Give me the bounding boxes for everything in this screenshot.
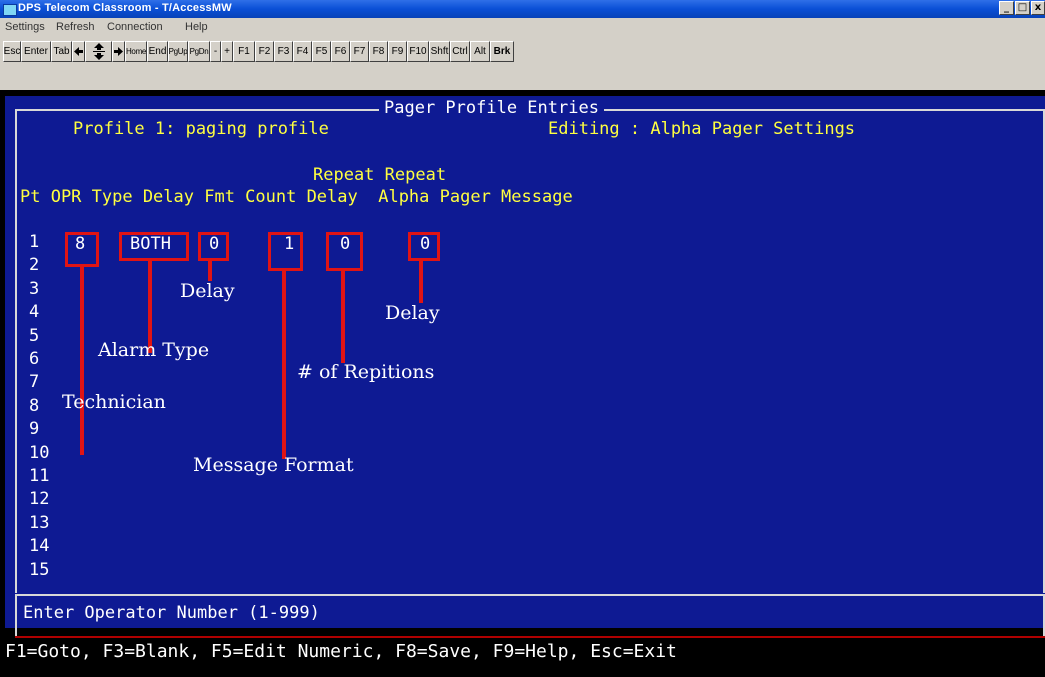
menu-help[interactable]: Help	[185, 21, 208, 33]
key-f1[interactable]: F1	[233, 41, 255, 62]
delay-annotation: Delay	[180, 280, 235, 302]
key-brk[interactable]: Brk	[490, 41, 514, 62]
row-number: 7	[29, 372, 40, 393]
key-plus[interactable]: +	[221, 41, 233, 62]
row-number: 13	[29, 512, 50, 533]
key-f6[interactable]: F6	[331, 41, 350, 62]
row-number: 10	[29, 442, 50, 463]
key-f2[interactable]: F2	[255, 41, 274, 62]
key-esc[interactable]: Esc	[3, 41, 21, 62]
status-separator	[15, 594, 1045, 596]
technician-leader	[80, 267, 84, 455]
row-number: 11	[29, 466, 50, 486]
message-format-leader	[282, 271, 286, 459]
row-number: 8	[29, 395, 40, 416]
menu-refresh[interactable]: Refresh	[56, 21, 95, 33]
menu-settings[interactable]: Settings	[5, 21, 45, 33]
count-highlight-box	[326, 232, 363, 271]
repetitions-annotation: # of Repitions	[297, 361, 435, 383]
key-f10[interactable]: F10	[407, 41, 429, 62]
updown-arrow-icon	[92, 43, 105, 60]
column-headers: Pt OPR Type Delay Fmt Count Delay Alpha …	[20, 187, 573, 207]
alarm-type-annotation: Alarm Type	[98, 339, 210, 361]
key-f5[interactable]: F5	[312, 41, 331, 62]
updown-arrow-key[interactable]	[85, 41, 112, 62]
right-arrow-icon	[114, 47, 123, 56]
frame-bottom-line	[15, 636, 1045, 638]
right-arrow-key[interactable]	[112, 41, 125, 62]
app-icon	[3, 4, 17, 16]
repetitions-leader	[341, 271, 345, 363]
close-button[interactable]: x	[1031, 1, 1045, 15]
delay-leader	[208, 261, 212, 281]
key-f9[interactable]: F9	[388, 41, 407, 62]
frame-title: Pager Profile Entries	[379, 99, 604, 117]
row-number: 14	[29, 536, 50, 557]
type-highlight-box	[119, 232, 189, 261]
profile-label: Profile 1: paging profile	[73, 119, 329, 139]
row-number: 9	[29, 419, 40, 440]
minimize-button[interactable]: _	[999, 1, 1014, 15]
row-number: 1	[29, 232, 40, 252]
key-minus[interactable]: -	[210, 41, 221, 62]
row-number: 4	[29, 302, 40, 323]
header-repeat: Repeat Repeat	[313, 165, 447, 185]
key-toolbar: Esc Enter Tab Home End PgUp PgDn - + F1 F2 F3 F4 F5 F6…	[0, 37, 1045, 90]
repeat-delay-leader	[419, 261, 423, 303]
key-alt[interactable]: Alt	[470, 41, 490, 62]
repeat-delay-highlight-box	[408, 232, 440, 261]
key-f7[interactable]: F7	[350, 41, 369, 62]
fmt-highlight-box	[268, 232, 303, 271]
key-f3[interactable]: F3	[274, 41, 293, 62]
row-number: 6	[29, 349, 40, 369]
key-f4[interactable]: F4	[293, 41, 312, 62]
title-bar: DPS Telecom Classroom - T/AccessMW _ □ x	[0, 0, 1045, 18]
menu-connection[interactable]: Connection	[107, 21, 163, 33]
row-number: 3	[29, 278, 40, 299]
key-home[interactable]: Home	[125, 41, 147, 62]
left-arrow-key[interactable]	[72, 41, 85, 62]
key-shft[interactable]: Shft	[429, 41, 450, 62]
repeat-delay-annotation: Delay	[385, 302, 440, 324]
terminal-screen: Pager Profile Entries Profile 1: paging …	[5, 96, 1045, 638]
technician-annotation: Technician	[62, 391, 166, 413]
key-end[interactable]: End	[147, 41, 168, 62]
row-number: 12	[29, 489, 50, 510]
key-button-row: Esc Enter Tab Home End PgUp PgDn - + F1 F2 F3 F4 F5 F6…	[3, 41, 514, 62]
key-ctrl[interactable]: Ctrl	[450, 41, 470, 62]
row-number: 2	[29, 255, 40, 276]
key-tab[interactable]: Tab	[51, 41, 72, 62]
function-key-legend: F1=Goto, F3=Blank, F5=Edit Numeric, F8=S…	[5, 641, 677, 662]
row-number: 5	[29, 325, 40, 346]
terminal-area: Pager Profile Entries Profile 1: paging …	[0, 90, 1045, 677]
opr-highlight-box	[65, 232, 99, 267]
delay-highlight-box	[198, 232, 229, 261]
left-arrow-icon	[74, 47, 83, 56]
row-number: 15	[29, 559, 50, 580]
status-prompt: Enter Operator Number (1-999)	[23, 603, 320, 623]
menu-bar: Settings Refresh Connection Help	[0, 18, 1045, 37]
message-format-annotation: Message Format	[193, 454, 354, 476]
key-enter[interactable]: Enter	[21, 41, 51, 62]
maximize-button[interactable]: □	[1015, 1, 1030, 15]
key-pgdn[interactable]: PgDn	[188, 41, 210, 62]
editing-label: Editing : Alpha Pager Settings	[548, 119, 856, 139]
frame-edge-left	[15, 596, 17, 638]
key-f8[interactable]: F8	[369, 41, 388, 62]
key-pgup[interactable]: PgUp	[168, 41, 188, 62]
window-title: DPS Telecom Classroom - T/AccessMW	[18, 2, 232, 14]
